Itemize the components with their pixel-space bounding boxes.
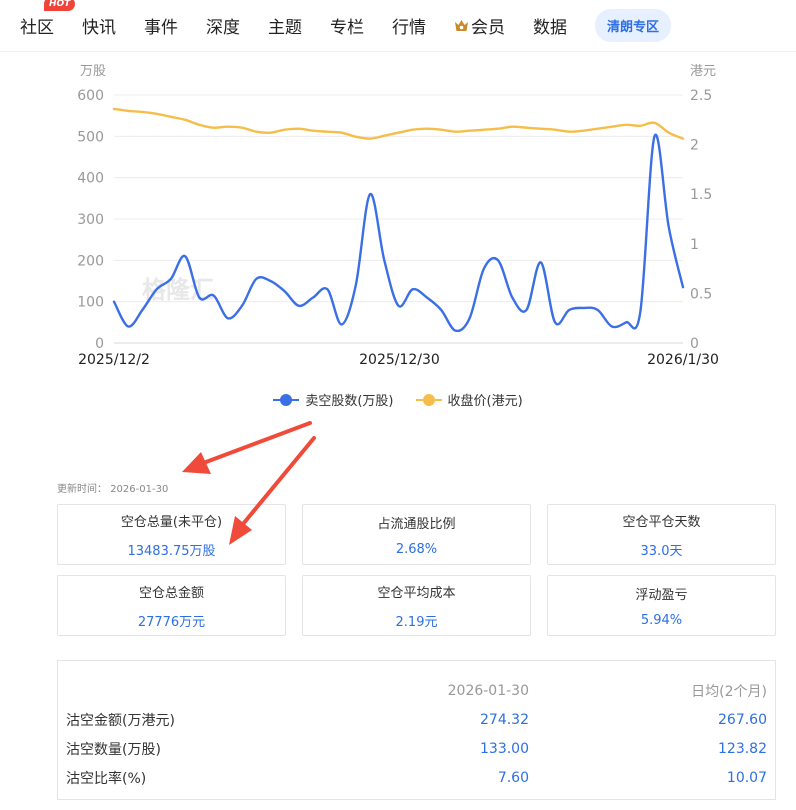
update-time: 更新时间： 2026-01-30 [57,480,168,495]
update-time-label: 更新时间： [57,484,107,495]
nav-item-member[interactable]: 会员 [454,13,505,38]
series-line-close-price [112,107,685,140]
y-right-tick-label: 2.5 [690,88,712,104]
red-arrow-1 [182,421,312,474]
stat-value: 33.0天 [640,543,683,559]
table-header-row: 2026-01-30 日均(2个月) [66,676,767,705]
stat-card: 空仓总量(未平仓) 13483.75万股 [57,504,286,565]
table-cell: 7.60 [497,769,529,786]
table-cell: 267.60 [718,711,767,728]
short-stats-table: 2026-01-30 日均(2个月) 沽空金额(万港元) 274.32 267.… [57,660,776,800]
nav-label: 社区 [20,18,54,38]
nav-item-data[interactable]: 数据 [533,13,567,38]
crown-icon [455,20,468,31]
nav-item-topics[interactable]: 主题 [268,13,302,38]
legend-item-short-volume[interactable]: 卖空股数(万股) [273,390,394,409]
legend-marker [273,393,300,406]
stat-card: 空仓总金额 27776万元 [57,575,286,636]
nav-label: 深度 [206,18,240,38]
y-right-tick-label: 0 [690,336,699,352]
nav-label: 事件 [144,18,178,38]
stat-label: 空仓总金额 [138,585,204,601]
table-row: 沽空比率(%) 7.60 10.07 [66,763,767,792]
nav-label: 数据 [533,18,567,38]
stat-value: 13483.75万股 [127,543,216,559]
stat-label: 占流通股比例 [377,516,456,532]
nav-label: 行情 [392,18,426,38]
y-left-tick-label: 100 [77,295,104,311]
y-right-tick-label: 0.5 [690,286,712,302]
stat-card: 占流通股比例 2.68% [302,504,531,565]
stat-card: 空仓平仓天数 33.0天 [547,504,776,565]
table-cell-label: 沽空比率(%) [66,770,147,787]
nav-item-flash[interactable]: 快讯 [82,13,116,38]
nav-label: 主题 [268,18,302,38]
y-left-axis-label: 万股 [80,64,106,79]
y-left-tick-label: 300 [77,212,104,228]
legend-item-close-price[interactable]: 收盘价(港元) [415,390,523,409]
nav-item-columns[interactable]: 专栏 [330,13,364,38]
x-tick-label: 2025/12/30 [359,352,440,368]
chart-legend: 卖空股数(万股) 收盘价(港元) [0,390,796,409]
legend-label: 卖空股数(万股) [305,394,394,409]
table-header-cell: 日均(2个月) [691,683,767,700]
stat-label: 空仓平仓天数 [622,514,701,530]
nav-label: 专栏 [330,18,364,38]
stat-cards: 空仓总量(未平仓) 13483.75万股 占流通股比例 2.68% 空仓平仓天数… [57,504,776,636]
nav-item-community[interactable]: 社区 HOT [20,0,76,38]
nav-label: 快讯 [82,18,116,38]
hot-badge: HOT [44,0,76,11]
table-cell: 123.82 [718,740,767,757]
stat-value: 5.94% [640,612,683,628]
stat-label: 空仓总量(未平仓) [120,514,223,530]
y-right-axis-label: 港元 [690,64,716,79]
legend-marker [415,393,442,406]
stat-card: 空仓平均成本 2.19元 [302,575,531,636]
special-zone-button[interactable]: 清朗专区 [595,9,672,42]
y-right-tick-label: 1.5 [690,187,712,203]
y-right-tick-label: 1 [690,237,699,253]
nav-item-depth[interactable]: 深度 [206,13,240,38]
table-cell: 274.32 [480,711,529,728]
y-left-tick-label: 0 [95,336,104,352]
table-header-cell: 2026-01-30 [447,682,529,699]
legend-label: 收盘价(港元) [447,394,523,409]
table-cell: 133.00 [480,740,529,757]
y-left-tick-label: 600 [77,88,104,104]
x-tick-label: 2025/12/2 [78,352,150,368]
stat-value: 27776万元 [137,614,206,630]
table-row: 沽空金额(万港元) 274.32 267.60 [66,705,767,734]
nav-label: 会员 [471,18,505,38]
short-selling-chart: 010020030040050060000.511.522.5万股 港元格隆汇20… [77,64,719,368]
table-cell-label: 沽空数量(万股) [66,741,161,758]
y-left-tick-label: 400 [77,171,104,187]
table-row: 沽空数量(万股) 133.00 123.82 [66,734,767,763]
top-nav: 社区 HOT 快讯 事件 深度 主题 专栏 行情 会员 数据 清朗专区 [0,0,796,52]
y-right-tick-label: 2 [690,138,699,154]
table-cell: 10.07 [726,769,767,786]
nav-item-events[interactable]: 事件 [144,13,178,38]
update-time-value: 2026-01-30 [110,484,169,495]
stat-card: 浮动盈亏 5.94% [547,575,776,636]
nav-item-market[interactable]: 行情 [392,13,426,38]
y-left-tick-label: 200 [77,253,104,269]
x-tick-label: 2026/1/30 [647,352,719,368]
table-cell-label: 沽空金额(万港元) [66,712,175,729]
stat-value: 2.19元 [395,614,438,630]
y-left-tick-label: 500 [77,129,104,145]
stat-label: 浮动盈亏 [635,587,688,603]
stat-label: 空仓平均成本 [377,585,456,601]
stat-value: 2.68% [395,541,438,557]
